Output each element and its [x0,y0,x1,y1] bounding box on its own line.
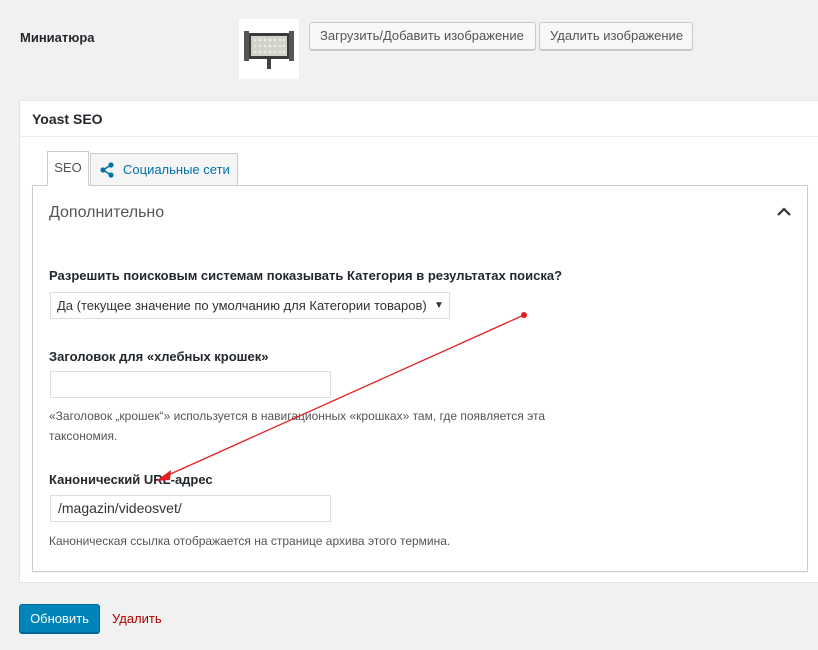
advanced-panel: Дополнительно Разрешить поисковым систем… [32,185,808,572]
canonical-help-text: Каноническая ссылка отображается на стра… [49,534,451,548]
thumbnail-label: Миниатюра [20,30,95,45]
metabox-title: Yoast SEO [20,101,818,137]
thumbnail-image [239,19,299,79]
dropdown-arrow-icon: ▼ [429,293,449,318]
breadcrumbs-title-input[interactable] [50,371,331,398]
breadcrumbs-help-line2: таксономия. [49,429,118,443]
canonical-url-label: Канонический URL-адрес [49,472,213,487]
index-setting-select[interactable]: Да (текущее значение по умолчанию для Ка… [50,292,450,319]
index-setting-value: Да (текущее значение по умолчанию для Ка… [57,298,427,313]
tab-social-label: Социальные сети [123,162,230,177]
update-button[interactable]: Обновить [19,604,100,633]
upload-image-button[interactable]: Загрузить/Добавить изображение [309,22,536,50]
delete-link[interactable]: Удалить [112,611,162,626]
breadcrumbs-help-line1: «Заголовок „крошек“» используется в нави… [49,409,546,423]
tab-social[interactable]: Социальные сети [90,153,238,185]
breadcrumbs-title-label: Заголовок для «хлебных крошек» [49,349,269,364]
share-icon [100,161,114,178]
chevron-up-icon[interactable] [775,203,793,221]
section-heading[interactable]: Дополнительно [49,204,164,222]
index-setting-label: Разрешить поисковым системам показывать … [49,268,563,283]
canonical-url-input[interactable]: /magazin/videosvet/ [50,495,331,522]
remove-image-button[interactable]: Удалить изображение [539,22,693,50]
yoast-seo-metabox: Yoast SEO SEO Социальные сети Дополнител… [19,100,818,583]
tab-seo[interactable]: SEO [47,151,89,186]
breadcrumbs-help-text: «Заголовок „крошек“» используется в нави… [49,406,545,446]
